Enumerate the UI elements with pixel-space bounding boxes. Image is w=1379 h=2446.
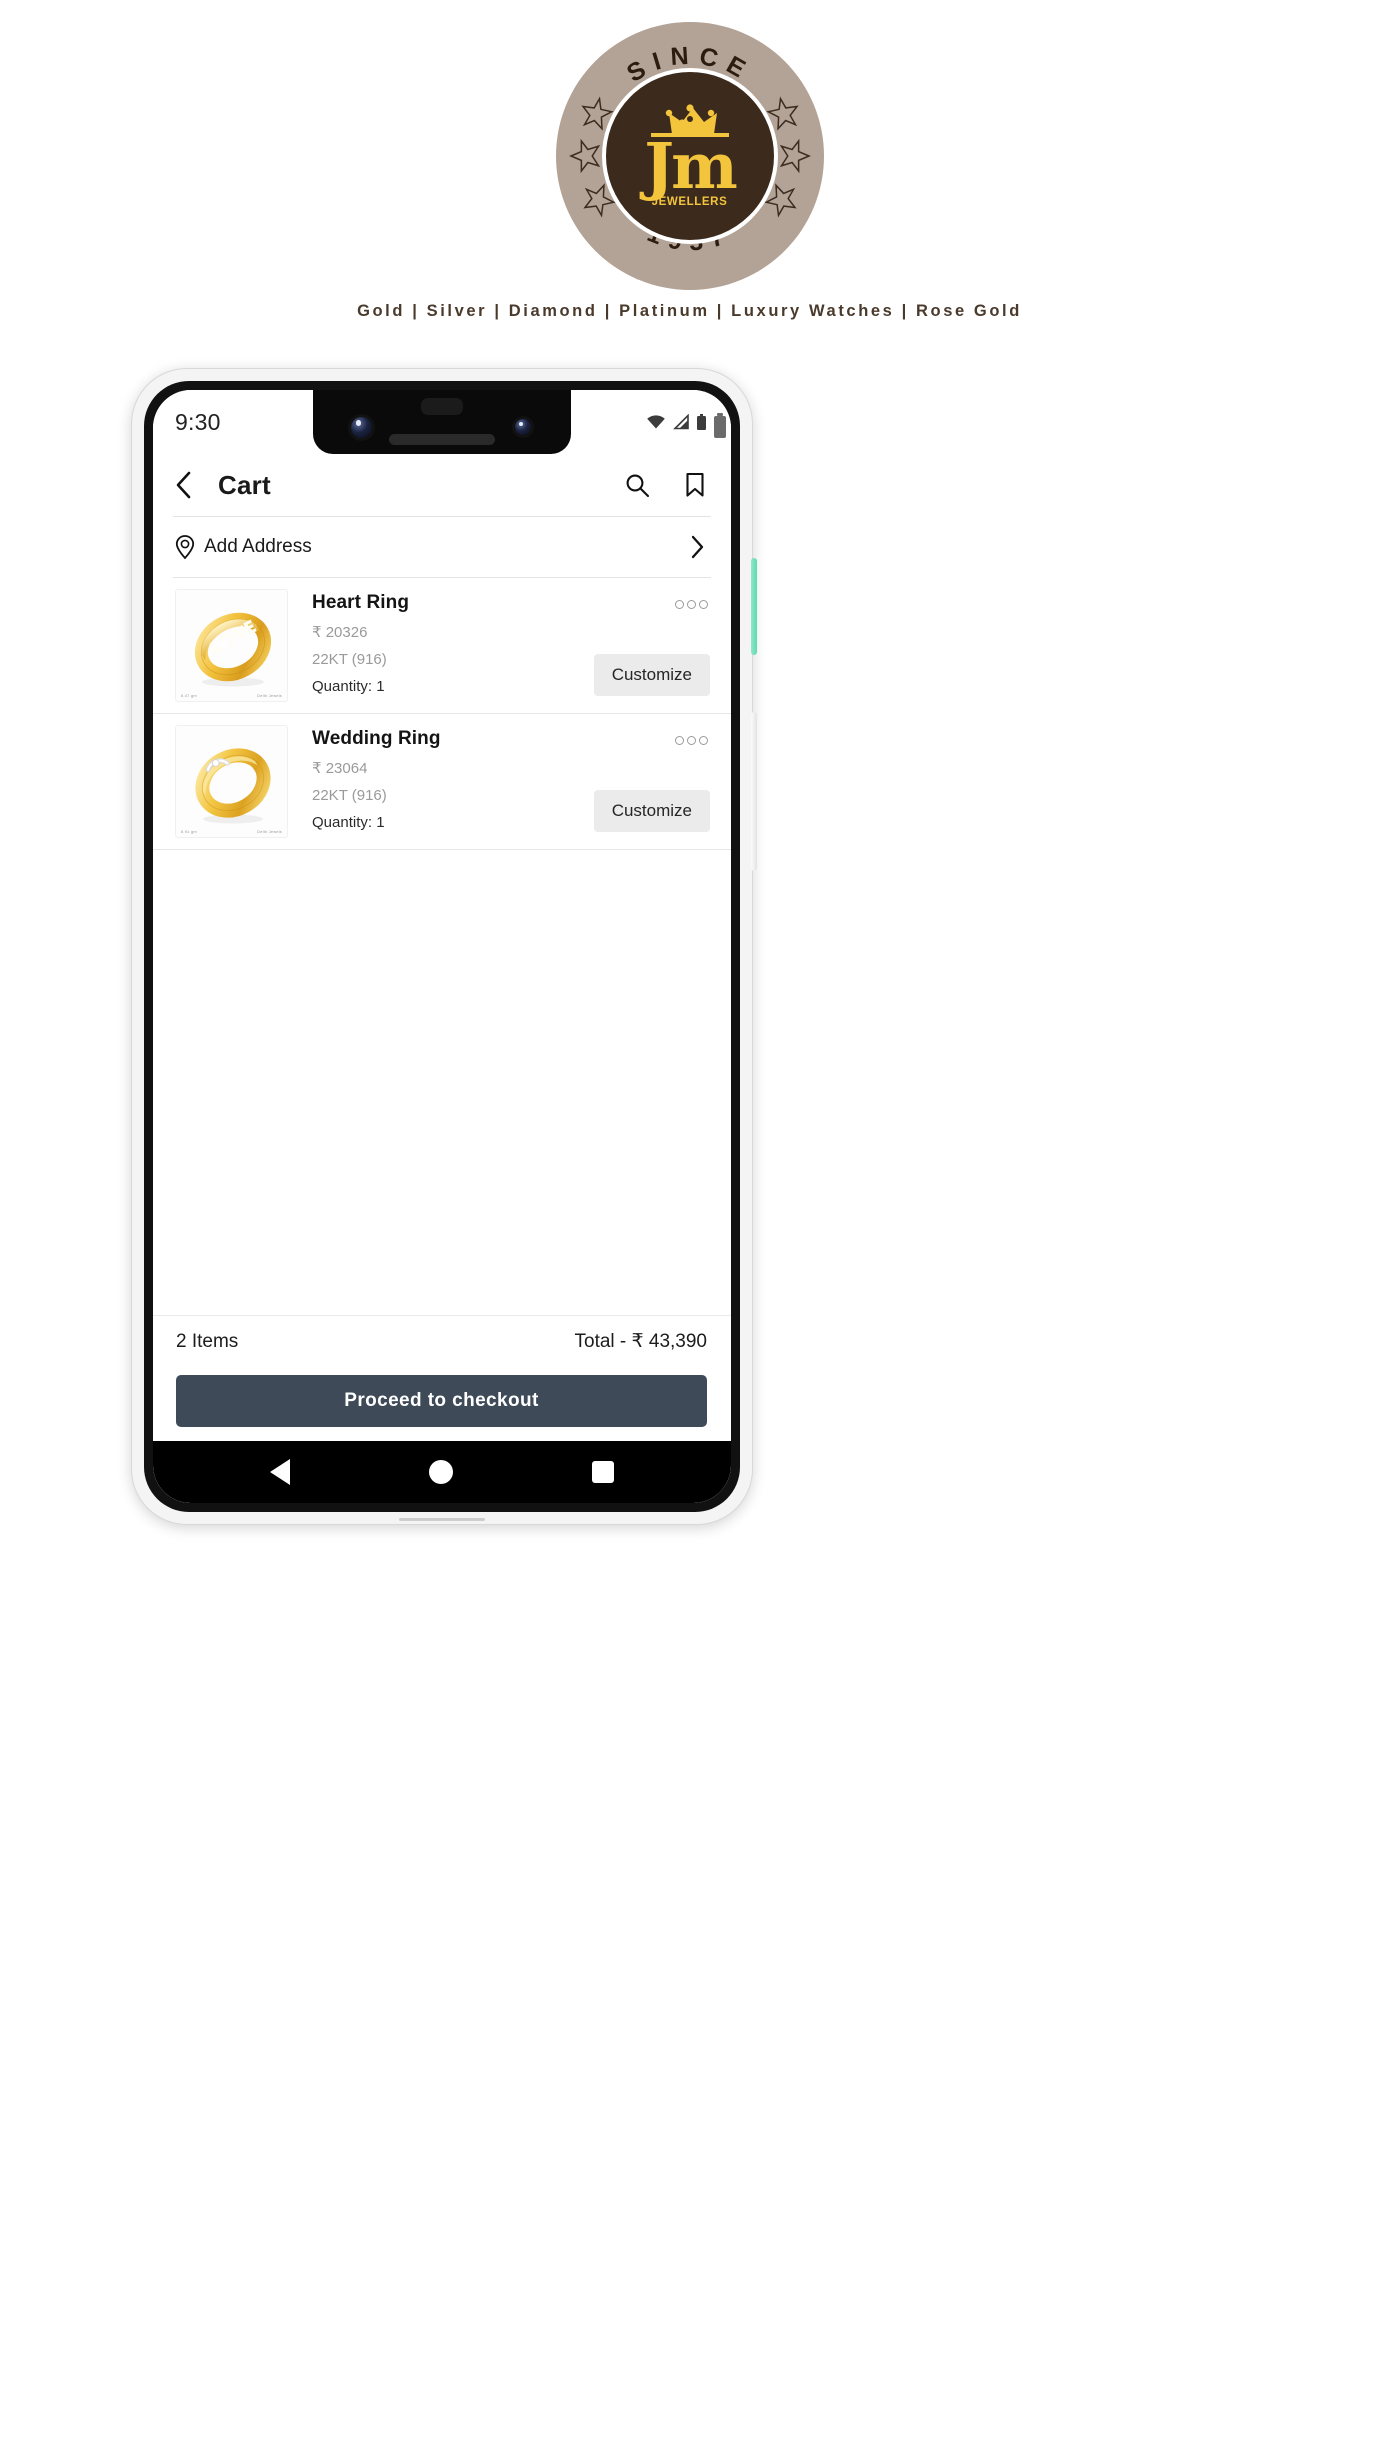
location-pin-icon [175,535,195,560]
phone-power-button[interactable] [751,558,757,655]
earpiece-speaker [389,434,495,445]
chevron-right-icon [691,535,704,559]
product-details: Wedding Ring ₹ 23064 22KT (916) Quantity… [288,725,594,838]
dot [675,600,684,609]
customize-button[interactable]: Customize [593,654,710,696]
product-thumbnail[interactable]: 6.47 gm Delhi Jewels [175,589,288,702]
circle-home-icon[interactable] [428,1460,453,1484]
dot [699,600,708,609]
product-thumbnail[interactable]: 6.91 gm Delhi Jewels [175,725,288,838]
cart-summary-bar: 2 Items Total - ₹ 43,390 [153,1315,731,1367]
cart-item[interactable]: 6.91 gm Delhi Jewels Wedding Ring ₹ 2306… [153,714,731,849]
search-icon [626,474,650,497]
status-time: 9:30 [175,408,221,435]
thumbnail-watermark-right: Delhi Jewels [257,829,282,834]
add-address-label: Add Address [204,536,312,557]
dot [687,600,696,609]
search-button[interactable] [625,473,650,498]
brand-header: SINCE 1937 Jm JEWELLERS Gold | Silver | … [0,0,1379,321]
proceed-to-checkout-button[interactable]: Proceed to checkout [176,1375,707,1427]
wifi-icon [647,415,665,429]
product-name: Wedding Ring [312,728,441,749]
customize-button[interactable]: Customize [593,790,710,832]
battery-indicator-overlay [714,413,726,438]
status-icon-group [646,413,707,431]
items-count: 2 Items [176,1330,239,1352]
star-icon [568,138,600,174]
logo-inner-disc: Jm JEWELLERS [601,68,778,244]
front-camera-wide-icon [515,419,531,435]
bookmark-button[interactable] [684,472,706,498]
page-title: Cart [218,469,271,500]
thumbnail-watermark-left: 6.91 gm [181,829,197,834]
front-camera-main-icon [351,417,372,438]
product-quantity: Quantity: 1 [312,814,385,831]
triangle-back-icon[interactable] [270,1459,291,1485]
phone-notch [313,390,571,454]
cart-total: Total - ₹ 43,390 [574,1331,708,1352]
checkout-area: Proceed to checkout [153,1367,731,1441]
brand-tagline: Gold | Silver | Diamond | Platinum | Lux… [357,302,1022,320]
battery-icon [697,413,706,430]
dot [687,736,696,745]
phone-screen: 9:30 Cart Add Address 6.47 gm Delhi Jewe… [153,390,731,1503]
product-purity: 22KT (916) [312,651,387,668]
product-quantity: Quantity: 1 [312,678,385,695]
logo-monogram: Jm [644,129,737,204]
product-actions: Customize [593,725,710,838]
gold-wedding-band-ring-image [195,748,271,824]
thumbnail-watermark-left: 6.47 gm [181,693,197,698]
more-options-icon[interactable] [673,596,710,613]
android-navigation-bar [153,1441,731,1503]
dot [675,736,684,745]
thumbnail-watermark-right: Delhi Jewels [257,693,282,698]
back-button[interactable] [174,470,208,500]
logo-subtext: JEWELLERS [651,195,728,208]
signal-icon [673,414,689,430]
square-recents-icon[interactable] [591,1461,614,1483]
product-name: Heart Ring [312,592,410,613]
cart-item-list: 6.47 gm Delhi Jewels Heart Ring ₹ 20326 … [153,578,731,1315]
cart-item[interactable]: 6.47 gm Delhi Jewels Heart Ring ₹ 20326 … [153,578,731,713]
cart-list-end-divider [153,849,731,850]
phone-bottom-speaker [399,1518,485,1521]
company-logo: SINCE 1937 Jm JEWELLERS [555,22,824,290]
add-address-row[interactable]: Add Address [153,517,731,577]
product-actions: Customize [593,589,710,702]
phone-bezel: 9:30 Cart Add Address 6.47 gm Delhi Jewe… [144,381,740,1512]
app-viewport: 9:30 Cart Add Address 6.47 gm Delhi Jewe… [153,390,731,1503]
product-details: Heart Ring ₹ 20326 22KT (916) Quantity: … [288,589,594,702]
phone-volume-button[interactable] [751,712,757,871]
product-purity: 22KT (916) [312,787,387,804]
product-price: ₹ 20326 [312,624,368,641]
more-options-icon[interactable] [673,732,710,749]
gold-love-ring-image [194,612,272,687]
bookmark-icon [686,472,704,497]
earpiece-top [421,398,463,415]
product-price: ₹ 23064 [312,760,368,777]
app-bar: Cart [153,454,731,516]
star-icon [779,138,811,174]
dot [699,736,708,745]
phone-mockup: 9:30 Cart Add Address 6.47 gm Delhi Jewe… [131,368,757,1525]
chevron-left-icon [176,471,191,499]
